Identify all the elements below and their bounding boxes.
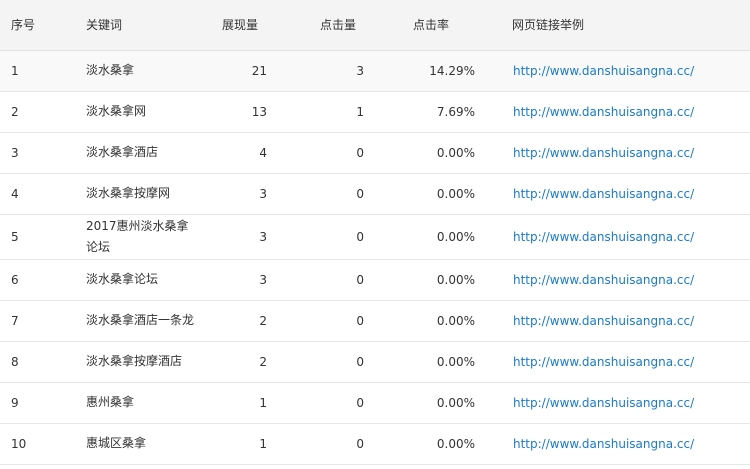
header-impressions: 展现量 <box>222 18 259 33</box>
table-row: 8 淡水桑拿按摩酒店 2 0 0.00% http://www.danshuisangna… <box>0 341 750 382</box>
row-url-cell: http://www.danshuisangna.cc/ <box>475 300 750 341</box>
header-clicks: 点击量 <box>320 18 357 33</box>
row-impressions: 3 <box>259 186 267 201</box>
row-url-link[interactable]: http://www.danshuisangna.cc/ <box>513 64 694 78</box>
row-keyword: 淡水桑拿按摩酒店 <box>86 354 183 368</box>
row-url-cell: http://www.danshuisangna.cc/ <box>475 423 750 464</box>
row-impressions: 13 <box>251 104 267 119</box>
row-impressions: 3 <box>259 272 267 287</box>
row-impressions: 1 <box>259 395 267 410</box>
row-ctr: 0.00% <box>436 186 475 201</box>
table-body: 1 淡水桑拿 21 3 14.29% http://www.danshuisangna.c… <box>0 50 750 464</box>
keyword-table: 序号 关键词 展现量 点击量 点击率 网页链接举例 1 淡水桑拿 21 3 14.29%… <box>0 0 750 465</box>
row-index: 6 <box>11 272 19 287</box>
row-impressions: 2 <box>259 354 267 369</box>
table-row: 7 淡水桑拿酒店一条龙 2 0 0.00% http://www.danshuisangn… <box>0 300 750 341</box>
table-row: 9 惠州桑拿 1 0 0.00% http://www.danshuisangna.cc/ <box>0 382 750 423</box>
row-url-cell: http://www.danshuisangna.cc/ <box>475 91 750 132</box>
row-url-cell: http://www.danshuisangna.cc/ <box>475 341 750 382</box>
row-clicks: 0 <box>356 186 364 201</box>
row-url-link[interactable]: http://www.danshuisangna.cc/ <box>513 437 694 451</box>
row-impressions: 3 <box>259 229 267 244</box>
row-clicks: 0 <box>356 354 364 369</box>
row-ctr: 0.00% <box>436 436 475 451</box>
table-row: 4 淡水桑拿按摩网 3 0 0.00% http://www.danshuisangna.… <box>0 173 750 214</box>
row-clicks: 3 <box>356 63 364 78</box>
table-row: 1 淡水桑拿 21 3 14.29% http://www.danshuisangna.c… <box>0 50 750 91</box>
row-clicks: 0 <box>356 145 364 160</box>
row-index: 1 <box>11 63 19 78</box>
row-url-link[interactable]: http://www.danshuisangna.cc/ <box>513 187 694 201</box>
row-url-cell: http://www.danshuisangna.cc/ <box>475 259 750 300</box>
row-keyword: 淡水桑拿酒店 <box>86 145 159 159</box>
row-impressions: 1 <box>259 436 267 451</box>
row-clicks: 0 <box>356 313 364 328</box>
row-ctr: 0.00% <box>436 272 475 287</box>
row-keyword: 惠州桑拿 <box>86 395 135 409</box>
row-ctr: 0.00% <box>436 313 475 328</box>
row-ctr: 0.00% <box>436 395 475 410</box>
header-keyword: 关键词 <box>86 18 123 33</box>
row-index: 8 <box>11 354 19 369</box>
row-keyword: 淡水桑拿酒店一条龙 <box>86 313 195 327</box>
row-ctr: 14.29% <box>429 63 475 78</box>
row-url-cell: http://www.danshuisangna.cc/ <box>475 50 750 91</box>
row-url-cell: http://www.danshuisangna.cc/ <box>475 132 750 173</box>
header-ctr: 点击率 <box>413 18 450 33</box>
row-impressions: 4 <box>259 145 267 160</box>
row-index: 10 <box>11 436 27 451</box>
row-ctr: 7.69% <box>436 104 475 119</box>
header-index: 序号 <box>11 18 36 33</box>
row-keyword: 淡水桑拿 <box>86 63 135 77</box>
table-header: 序号 关键词 展现量 点击量 点击率 网页链接举例 <box>0 0 750 50</box>
table-row: 3 淡水桑拿酒店 4 0 0.00% http://www.danshuisangna.c… <box>0 132 750 173</box>
row-url-link[interactable]: http://www.danshuisangna.cc/ <box>513 396 694 410</box>
row-url-cell: http://www.danshuisangna.cc/ <box>475 214 750 259</box>
row-clicks: 0 <box>356 436 364 451</box>
row-clicks: 0 <box>356 395 364 410</box>
row-ctr: 0.00% <box>436 354 475 369</box>
row-keyword: 2017惠州淡水桑拿论坛 <box>86 218 189 254</box>
row-index: 3 <box>11 145 19 160</box>
table-row: 2 淡水桑拿网 13 1 7.69% http://www.danshuisangna.c… <box>0 91 750 132</box>
row-keyword: 淡水桑拿按摩网 <box>86 186 171 200</box>
row-clicks: 0 <box>356 272 364 287</box>
row-keyword: 淡水桑拿网 <box>86 104 147 118</box>
row-impressions: 2 <box>259 313 267 328</box>
row-ctr: 0.00% <box>436 145 475 160</box>
row-clicks: 1 <box>356 104 364 119</box>
row-index: 9 <box>11 395 19 410</box>
row-impressions: 21 <box>251 63 267 78</box>
row-keyword: 淡水桑拿论坛 <box>86 272 159 286</box>
table-row: 10 惠城区桑拿 1 0 0.00% http://www.danshuisangna.c… <box>0 423 750 464</box>
row-url-cell: http://www.danshuisangna.cc/ <box>475 382 750 423</box>
row-url-link[interactable]: http://www.danshuisangna.cc/ <box>513 146 694 160</box>
row-index: 4 <box>11 186 19 201</box>
row-clicks: 0 <box>356 229 364 244</box>
table-row: 6 淡水桑拿论坛 3 0 0.00% http://www.danshuisangna.c… <box>0 259 750 300</box>
row-ctr: 0.00% <box>436 229 475 244</box>
header-url: 网页链接举例 <box>512 18 585 33</box>
row-url-link[interactable]: http://www.danshuisangna.cc/ <box>513 355 694 369</box>
row-index: 2 <box>11 104 19 119</box>
table-row: 5 2017惠州淡水桑拿论坛 3 0 0.00% http://www.danshuisa… <box>0 214 750 259</box>
row-url-link[interactable]: http://www.danshuisangna.cc/ <box>513 273 694 287</box>
row-index: 5 <box>11 229 19 244</box>
row-keyword: 惠城区桑拿 <box>86 436 147 450</box>
row-url-link[interactable]: http://www.danshuisangna.cc/ <box>513 230 694 244</box>
row-index: 7 <box>11 313 19 328</box>
row-url-link[interactable]: http://www.danshuisangna.cc/ <box>513 105 694 119</box>
row-url-cell: http://www.danshuisangna.cc/ <box>475 173 750 214</box>
header-row: 序号 关键词 展现量 点击量 点击率 网页链接举例 <box>0 0 750 50</box>
row-url-link[interactable]: http://www.danshuisangna.cc/ <box>513 314 694 328</box>
